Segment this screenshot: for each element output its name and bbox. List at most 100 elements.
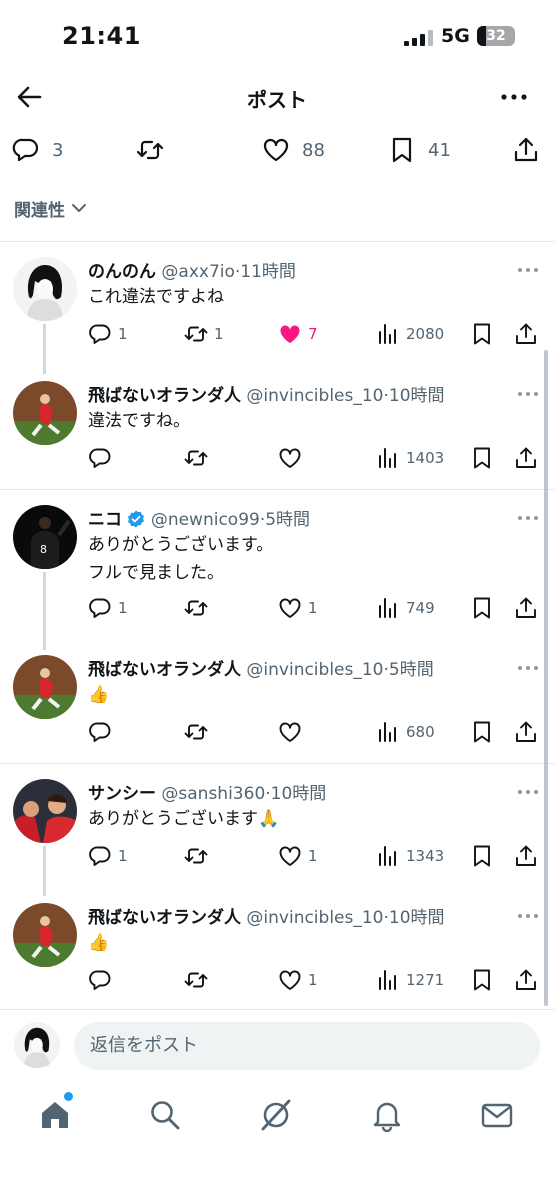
- repost-button[interactable]: [184, 593, 214, 623]
- like-button[interactable]: 1: [278, 965, 318, 995]
- main-like-count: 88: [302, 139, 325, 161]
- reply-button[interactable]: [88, 443, 118, 473]
- display-name[interactable]: ニコ: [88, 510, 122, 530]
- notifications-bell-icon[interactable]: [370, 1098, 404, 1132]
- avatar-image: [13, 655, 77, 719]
- main-reply-button[interactable]: 3: [12, 134, 63, 166]
- repost-button[interactable]: 1: [184, 319, 224, 349]
- repost-icon: [184, 972, 208, 988]
- display-name[interactable]: 飛ばないオランダ人: [88, 908, 241, 928]
- more-horizontal-icon[interactable]: [498, 82, 530, 112]
- analytics-icon: [379, 598, 396, 618]
- repost-button[interactable]: [184, 717, 214, 747]
- analytics-icon: [379, 846, 396, 866]
- more-icon[interactable]: [516, 787, 540, 797]
- share-button[interactable]: [514, 717, 538, 747]
- main-share-button[interactable]: [512, 134, 540, 166]
- like-button[interactable]: 7: [278, 319, 318, 349]
- display-name[interactable]: のんのん: [88, 262, 156, 282]
- share-button[interactable]: [514, 593, 538, 623]
- avatar[interactable]: 8: [13, 505, 77, 569]
- grok-icon[interactable]: [259, 1098, 293, 1132]
- handle[interactable]: @invincibles_10: [246, 908, 383, 928]
- main-repost-button[interactable]: [136, 134, 164, 166]
- avatar[interactable]: [13, 381, 77, 445]
- like-button[interactable]: 1: [278, 841, 318, 871]
- reply-input[interactable]: 返信をポスト: [74, 1022, 540, 1070]
- share-button[interactable]: [514, 841, 538, 871]
- bookmark-button[interactable]: [470, 593, 494, 623]
- bookmark-button[interactable]: [470, 717, 494, 747]
- more-icon[interactable]: [516, 663, 540, 673]
- like-button[interactable]: 1: [278, 593, 318, 623]
- share-icon: [516, 845, 536, 866]
- views-button[interactable]: 1343: [376, 841, 444, 871]
- repost-button[interactable]: [184, 443, 214, 473]
- bookmark-button[interactable]: [470, 319, 494, 349]
- reply-actions: 1403: [88, 443, 548, 473]
- repost-button[interactable]: [184, 841, 214, 871]
- handle[interactable]: @sanshi360: [161, 784, 265, 804]
- more-icon[interactable]: [516, 389, 540, 399]
- display-name[interactable]: 飛ばないオランダ人: [88, 386, 241, 406]
- sort-dropdown[interactable]: 関連性: [14, 194, 89, 222]
- repost-button[interactable]: [184, 965, 214, 995]
- divider: [0, 489, 554, 490]
- display-name[interactable]: サンシー: [88, 784, 156, 804]
- thread-line: [43, 846, 46, 896]
- avatar[interactable]: [13, 257, 77, 321]
- handle[interactable]: @invincibles_10: [246, 386, 383, 406]
- share-button[interactable]: [514, 965, 538, 995]
- bookmark-button[interactable]: [470, 965, 494, 995]
- share-button[interactable]: [514, 443, 538, 473]
- handle[interactable]: @invincibles_10: [246, 660, 383, 680]
- share-button[interactable]: [514, 319, 538, 349]
- bookmark-button[interactable]: [470, 841, 494, 871]
- share-icon: [516, 721, 536, 742]
- bookmark-button[interactable]: [470, 443, 494, 473]
- bookmark-icon: [392, 137, 412, 163]
- bookmark-icon: [474, 721, 490, 743]
- reply-button[interactable]: 1: [88, 593, 128, 623]
- avatar[interactable]: [13, 779, 77, 843]
- avatar-image: [13, 257, 77, 321]
- views-button[interactable]: 1403: [376, 443, 444, 473]
- like-button[interactable]: [278, 717, 308, 747]
- more-icon[interactable]: [516, 513, 540, 523]
- display-name[interactable]: 飛ばないオランダ人: [88, 660, 241, 680]
- scrollbar[interactable]: [544, 350, 548, 1006]
- reply-button[interactable]: 1: [88, 319, 128, 349]
- repost-count: 1: [214, 325, 224, 343]
- views-button[interactable]: 680: [376, 717, 435, 747]
- handle[interactable]: @newnico99: [151, 510, 260, 530]
- search-icon[interactable]: [148, 1098, 182, 1132]
- views-button[interactable]: 2080: [376, 319, 444, 349]
- avatar[interactable]: [13, 655, 77, 719]
- more-icon[interactable]: [516, 265, 540, 275]
- like-count: 1: [308, 971, 318, 989]
- page-title: ポスト: [247, 88, 307, 112]
- cellular-signal-icon: [404, 30, 433, 46]
- view-count: 2080: [406, 325, 445, 343]
- handle[interactable]: @axx7io: [161, 262, 234, 282]
- reply-text: 👍: [88, 681, 109, 709]
- home-icon[interactable]: [38, 1098, 72, 1132]
- views-button[interactable]: 1271: [376, 965, 444, 995]
- reply-button[interactable]: [88, 965, 118, 995]
- heart-icon: [279, 970, 301, 990]
- main-bookmark-button[interactable]: 41: [388, 134, 451, 166]
- share-icon: [516, 969, 536, 990]
- views-button[interactable]: 749: [376, 593, 435, 623]
- main-like-button[interactable]: 88: [262, 134, 325, 166]
- share-icon: [516, 323, 536, 344]
- reply-icon: [89, 846, 111, 866]
- messages-mail-icon[interactable]: [480, 1098, 514, 1132]
- reply-text-line: ありがとうございます🙏: [88, 809, 280, 829]
- reply-button[interactable]: 1: [88, 841, 128, 871]
- avatar[interactable]: [13, 903, 77, 967]
- reply-button[interactable]: [88, 717, 118, 747]
- reply-header: のんのん @axx7io·11時間: [88, 262, 296, 282]
- notification-dot: [64, 1092, 73, 1101]
- like-button[interactable]: [278, 443, 308, 473]
- more-icon[interactable]: [516, 911, 540, 921]
